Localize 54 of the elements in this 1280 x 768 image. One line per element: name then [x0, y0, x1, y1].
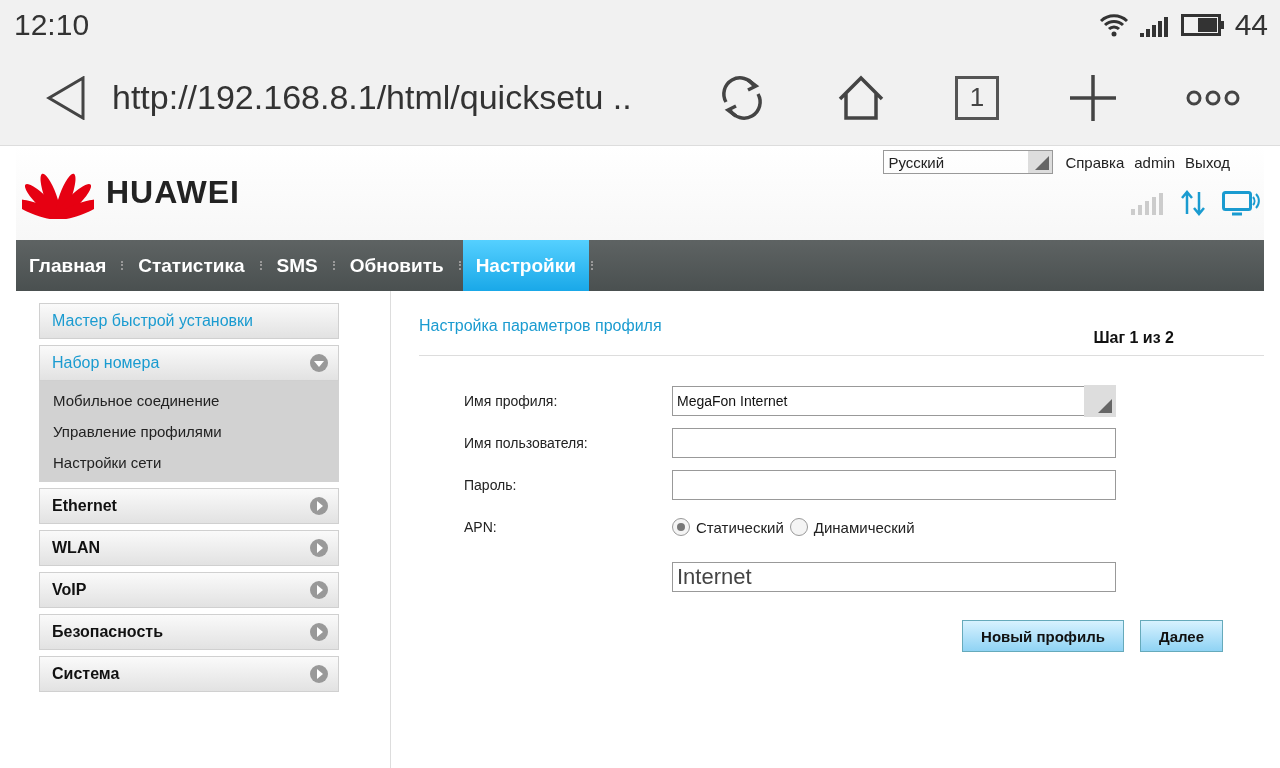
submenu-item[interactable]: Мобильное соединение — [53, 385, 339, 416]
chevron-right-icon — [310, 497, 328, 515]
field-label: APN: — [464, 519, 498, 535]
field-label: Имя профиля: — [464, 393, 559, 409]
submenu-item[interactable]: Настройки сети — [53, 447, 339, 478]
input-field[interactable] — [672, 428, 1116, 458]
field-label: Имя пользователя: — [464, 435, 589, 451]
data-transfer-icon — [1180, 190, 1206, 216]
status-time: 12:10 — [14, 8, 90, 42]
input-field[interactable]: Internet — [672, 562, 1116, 592]
field-label: Пароль: — [464, 477, 518, 493]
plus-icon[interactable] — [1069, 74, 1116, 121]
sidebar-item[interactable]: Система — [39, 656, 339, 692]
sidebar-item[interactable]: Ethernet — [39, 488, 339, 524]
header-link[interactable]: Выход — [1185, 153, 1230, 171]
back-icon[interactable] — [46, 75, 86, 120]
nav-tab[interactable]: Статистика — [125, 240, 258, 291]
chevron-right-icon — [310, 539, 328, 557]
sidebar-item[interactable]: WLAN — [39, 530, 339, 566]
radio-label: Статический — [696, 518, 784, 536]
header-link[interactable]: admin — [1134, 153, 1176, 171]
signal-icon — [1130, 191, 1164, 215]
chevron-right-icon — [310, 581, 328, 599]
radio-button[interactable] — [789, 518, 808, 536]
form-button[interactable]: Новый профиль — [962, 620, 1124, 652]
input-field[interactable] — [672, 470, 1116, 500]
tabs-button[interactable]: 1 — [955, 75, 999, 120]
sidebar-item[interactable]: VoIP — [39, 572, 339, 608]
battery-percent: 44 — [1234, 8, 1268, 42]
radio-button[interactable] — [672, 518, 690, 536]
brand-logo: HUAWEI — [106, 173, 240, 211]
header-link[interactable]: Справка — [1065, 153, 1125, 171]
more-icon[interactable] — [1186, 89, 1240, 106]
monitor-icon — [1222, 190, 1260, 216]
profile-select[interactable]: MegaFon Internet — [672, 386, 1116, 416]
submenu-item[interactable]: Управление профилями — [53, 416, 339, 447]
chevron-right-icon — [310, 623, 328, 641]
nav-tab[interactable]: Обновить — [336, 240, 457, 291]
sidebar-item[interactable]: Безопасность — [39, 614, 339, 650]
battery-icon — [1180, 13, 1225, 37]
dropdown-arrow-icon[interactable] — [1035, 156, 1050, 170]
page-title: Настройка параметров профиля — [419, 317, 662, 336]
wifi-icon — [1098, 13, 1129, 37]
step-indicator: Шаг 1 из 2 — [1093, 329, 1174, 347]
chevron-right-icon — [310, 665, 328, 683]
chevron-down-icon — [310, 354, 328, 372]
language-select[interactable]: Русский — [883, 150, 1054, 174]
dropdown-arrow-icon[interactable] — [1098, 399, 1112, 413]
radio-label: Динамический — [813, 518, 915, 536]
home-icon[interactable] — [836, 74, 885, 121]
nav-tab[interactable]: Главная — [16, 240, 120, 291]
nav-tab[interactable]: SMS — [263, 240, 331, 291]
form-button[interactable]: Далее — [1139, 620, 1223, 652]
url-field[interactable]: http://192.168.8.1/html/quicksetu .. — [112, 78, 682, 117]
